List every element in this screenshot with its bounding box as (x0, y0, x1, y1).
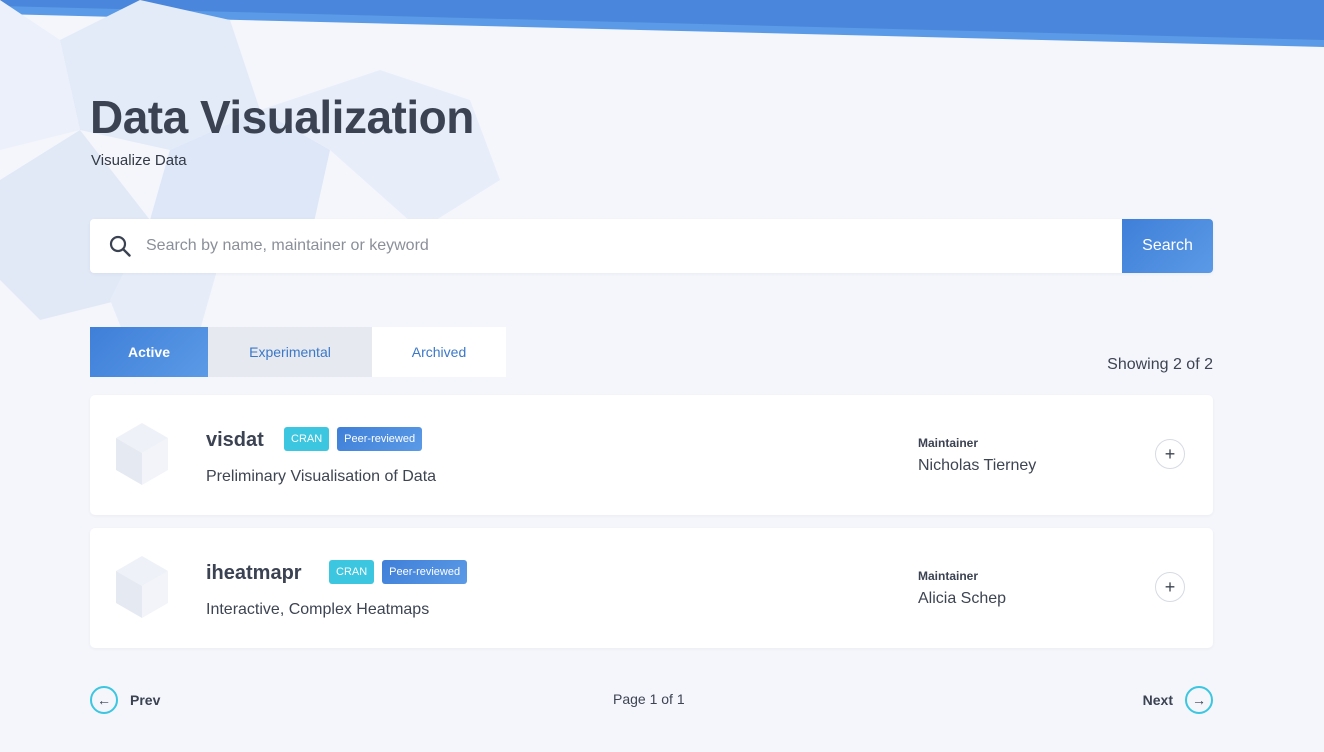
badge-group: CRAN Peer-reviewed (329, 560, 468, 584)
arrow-right-icon: → (1185, 686, 1213, 714)
cran-badge: CRAN (329, 560, 375, 584)
maintainer-label: Maintainer (918, 436, 979, 450)
cran-badge: CRAN (284, 427, 330, 451)
prev-page-button[interactable]: ← Prev (90, 684, 160, 716)
maintainer-label: Maintainer (918, 569, 979, 583)
expand-button[interactable]: + (1155, 439, 1185, 469)
package-description: Interactive, Complex Heatmaps (206, 601, 430, 618)
page-title: Data Visualization (90, 91, 474, 143)
maintainer-name: Alicia Schep (918, 590, 1007, 607)
badge-group: CRAN Peer-reviewed (284, 427, 423, 451)
package-card[interactable]: iheatmapr CRAN Peer-reviewed Interactive… (90, 528, 1213, 648)
peer-reviewed-badge: Peer-reviewed (337, 427, 423, 451)
page-indicator: Page 1 of 1 (613, 691, 685, 707)
search-input[interactable] (146, 219, 1146, 273)
plus-icon: + (1164, 443, 1176, 464)
package-cube-icon (116, 556, 168, 618)
next-page-button[interactable]: Next → (1143, 684, 1213, 716)
tab-archived[interactable]: Archived (372, 327, 506, 377)
next-label: Next (1142, 692, 1173, 708)
package-name[interactable]: iheatmapr (206, 562, 302, 585)
expand-button[interactable]: + (1155, 572, 1185, 602)
search-icon (109, 235, 131, 257)
tab-experimental[interactable]: Experimental (208, 327, 372, 377)
search-button[interactable]: Search (1122, 219, 1213, 273)
maintainer-name: Nicholas Tierney (918, 457, 1037, 474)
package-description: Preliminary Visualisation of Data (206, 468, 437, 485)
package-card[interactable]: visdat CRAN Peer-reviewed Preliminary Vi… (90, 395, 1213, 515)
arrow-left-icon: ← (90, 686, 118, 714)
tab-active[interactable]: Active (90, 327, 208, 377)
peer-reviewed-badge: Peer-reviewed (382, 560, 468, 584)
page-subtitle: Visualize Data (91, 152, 187, 169)
plus-icon: + (1164, 576, 1176, 597)
package-cube-icon (116, 423, 168, 485)
prev-label: Prev (130, 692, 161, 708)
package-name[interactable]: visdat (206, 429, 264, 452)
search-bar: Search (90, 219, 1213, 273)
status-tabs: Active Experimental Archived (90, 327, 506, 377)
results-count: Showing 2 of 2 (1107, 356, 1213, 373)
